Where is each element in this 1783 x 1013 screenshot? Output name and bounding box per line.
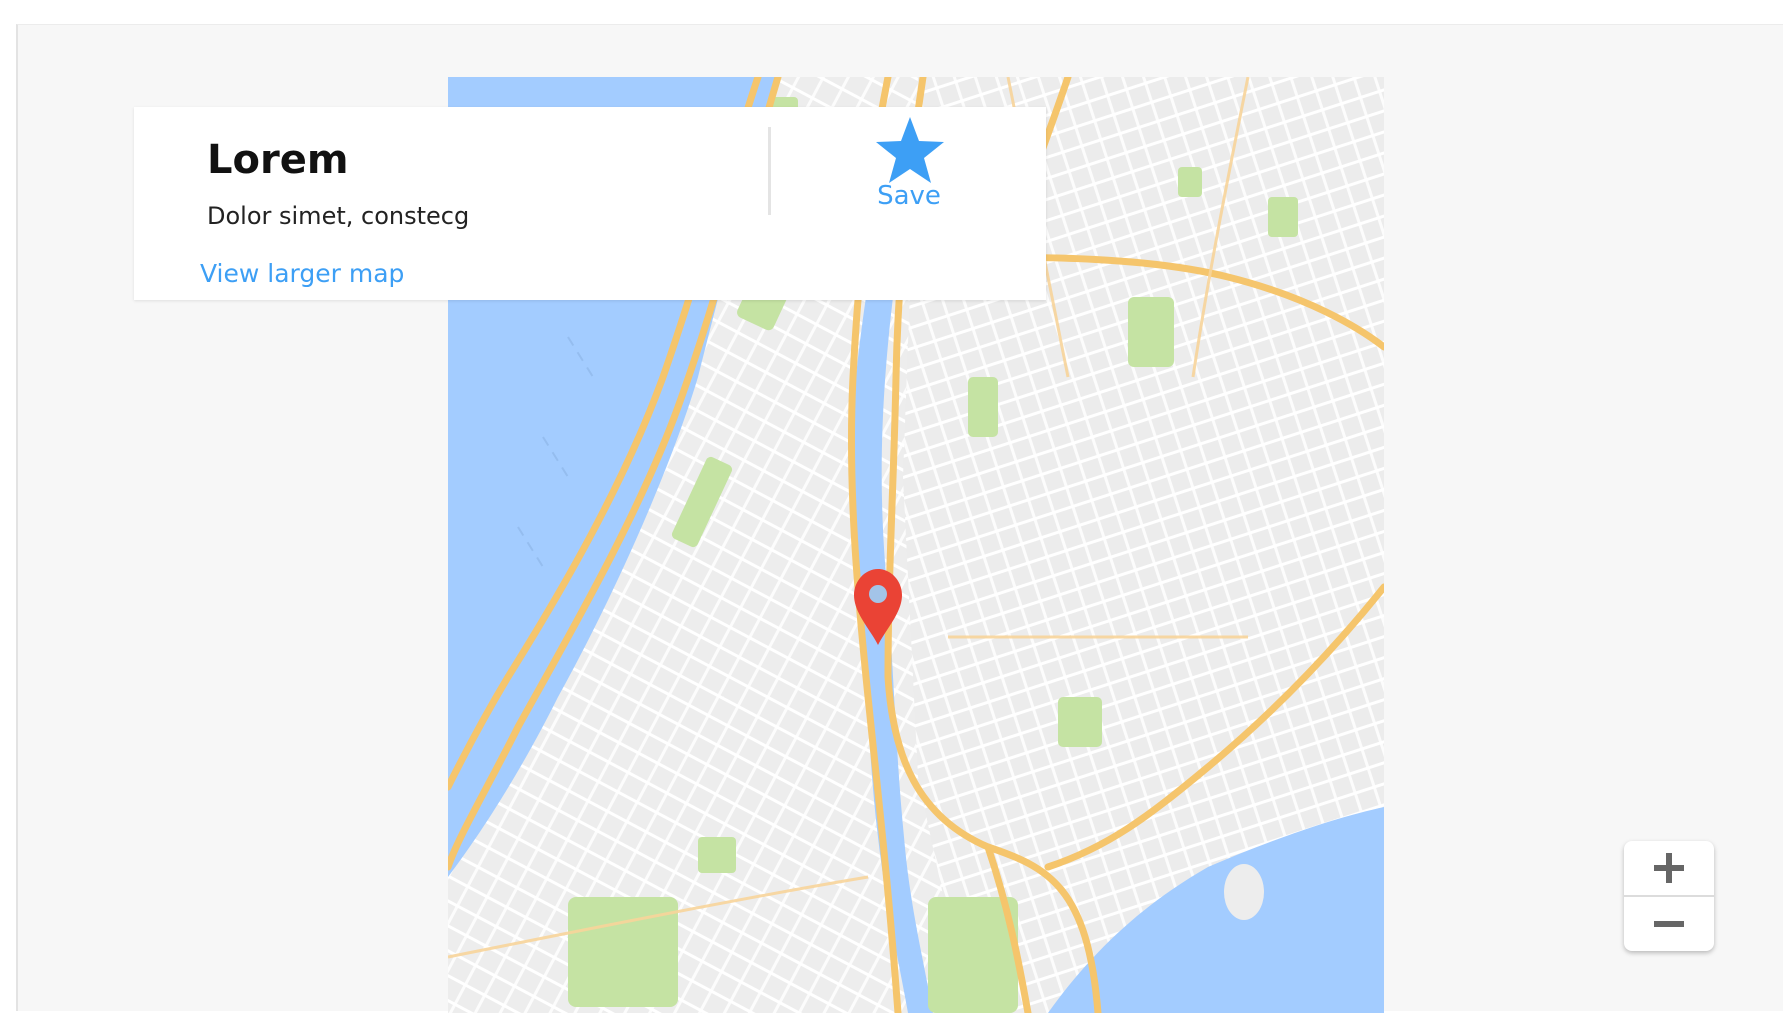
park	[1178, 167, 1202, 197]
park	[1128, 297, 1174, 367]
plus-icon	[1654, 853, 1684, 883]
zoom-control	[1624, 841, 1714, 951]
place-info-card: Lorem Dolor simet, constecg View larger …	[134, 107, 1046, 300]
save-label: Save	[877, 181, 941, 211]
place-title: Lorem	[207, 137, 349, 183]
place-address: Dolor simet, constecg	[207, 202, 470, 230]
park	[1268, 197, 1298, 237]
zoom-out-button[interactable]	[1624, 897, 1714, 951]
park	[1058, 697, 1102, 747]
marker-dot	[869, 585, 887, 603]
save-button[interactable]: Save	[854, 115, 964, 215]
star-icon	[876, 117, 944, 183]
park	[968, 377, 998, 437]
card-divider	[768, 127, 771, 215]
island	[1224, 864, 1264, 920]
map-embed-container: Lorem Dolor simet, constecg View larger …	[16, 24, 1783, 1013]
minus-icon	[1654, 921, 1684, 927]
view-larger-map-link[interactable]: View larger map	[200, 259, 404, 288]
park	[698, 837, 736, 873]
zoom-in-button[interactable]	[1624, 841, 1714, 895]
